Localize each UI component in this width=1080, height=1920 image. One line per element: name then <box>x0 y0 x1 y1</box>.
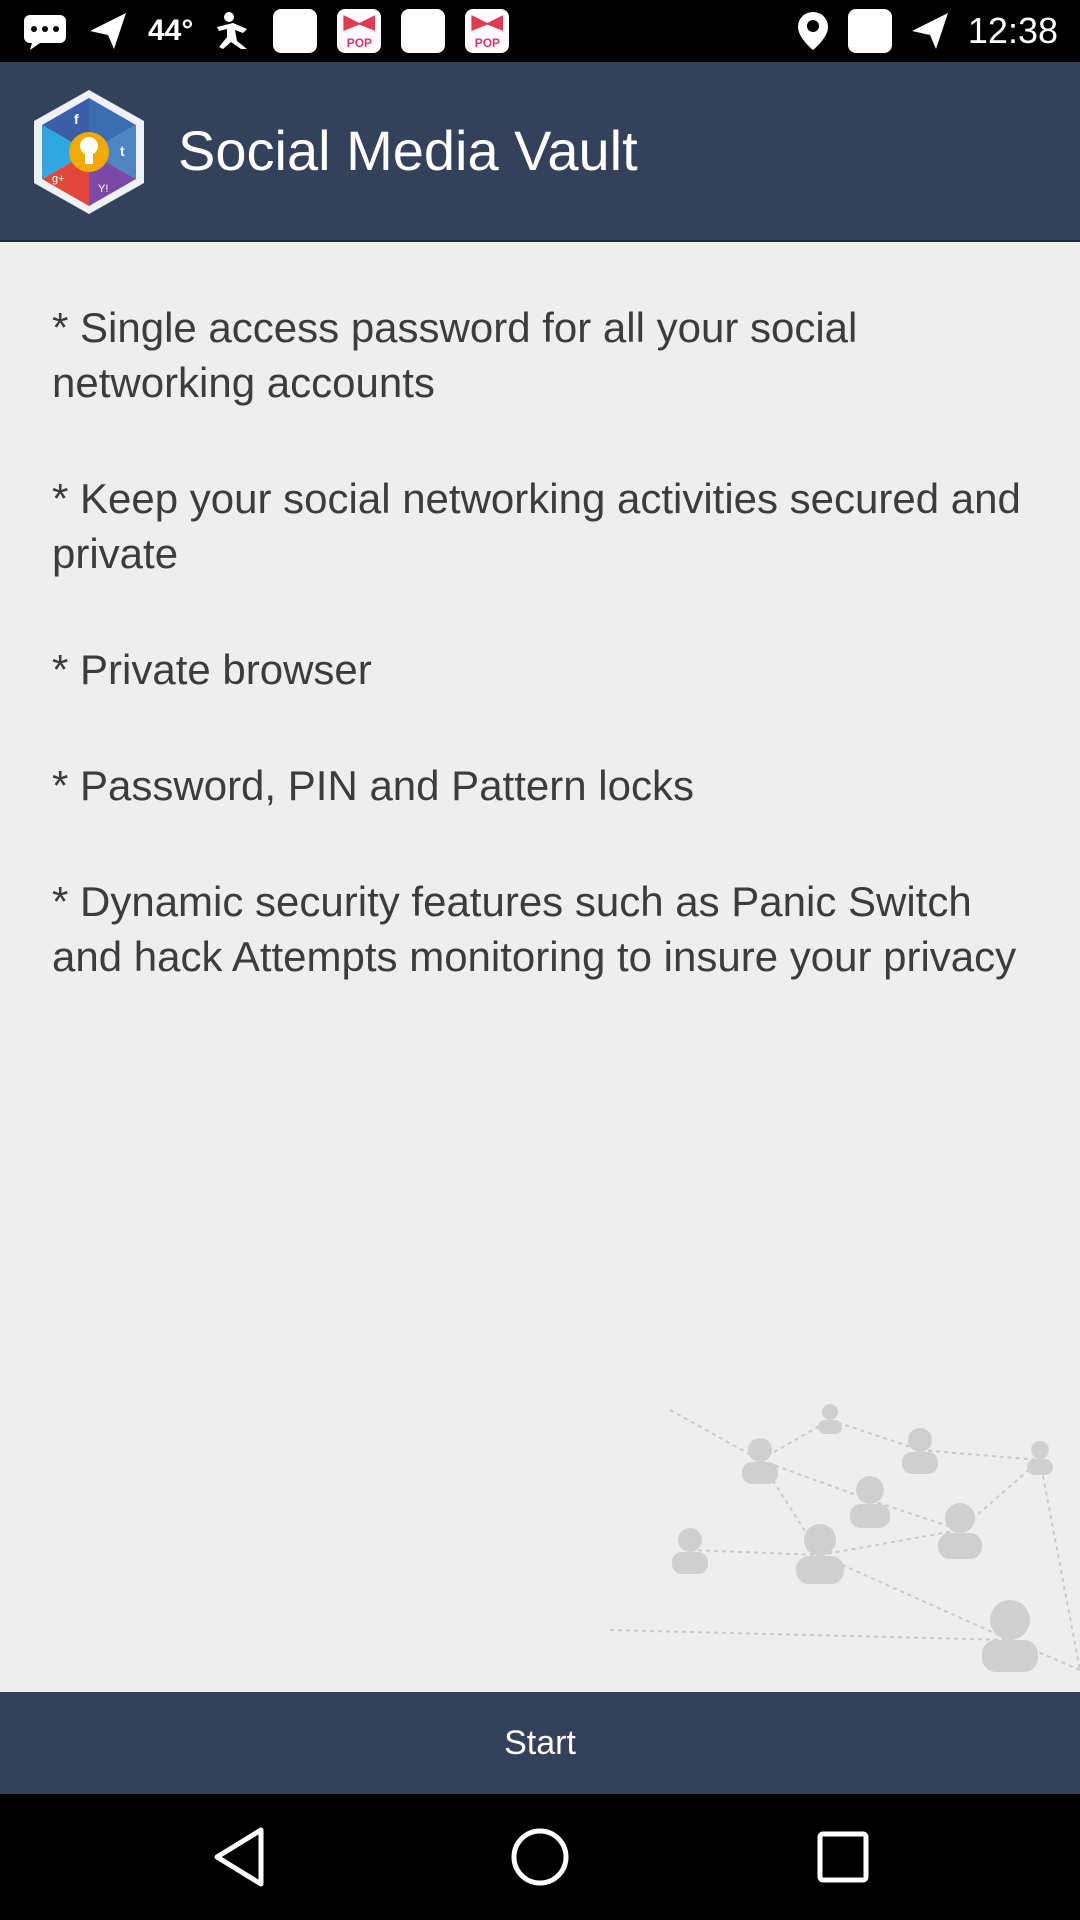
svg-text:t: t <box>120 143 125 159</box>
white-square-icon <box>401 9 446 53</box>
feature-item: * Private browser <box>52 646 372 693</box>
feature-item: * Password, PIN and Pattern locks <box>52 762 694 809</box>
home-icon[interactable] <box>505 1822 575 1892</box>
feature-list: * Single access password for all your so… <box>52 300 1032 1045</box>
pop-app-icon: POP <box>337 9 382 53</box>
back-icon[interactable] <box>205 1822 275 1892</box>
recents-icon[interactable] <box>808 1822 878 1892</box>
feature-item: * Keep your social networking activities… <box>52 475 1021 577</box>
pop-app-icon: POP <box>465 9 510 53</box>
navigation-bar <box>0 1794 1080 1920</box>
send-icon <box>911 13 948 49</box>
start-button[interactable]: Start <box>0 1692 1080 1794</box>
svg-text:g+: g+ <box>52 173 65 185</box>
system-icons: 12:38 <box>796 0 1058 62</box>
status-bar: 44° POP POP 12:38 <box>0 0 1080 62</box>
feature-item: * Single access password for all your so… <box>52 304 858 406</box>
white-square-icon <box>273 9 318 53</box>
messages-icon <box>24 15 66 50</box>
app-header: f t g+ Y! Social Media Vault <box>0 62 1080 242</box>
white-square-icon <box>847 9 892 53</box>
app-title: Social Media Vault <box>178 119 638 182</box>
fitness-icon <box>217 12 248 49</box>
notification-icons: 44° POP POP <box>22 0 510 62</box>
temperature-text: 44° <box>148 14 194 47</box>
social-network-illustration <box>609 1404 1080 1672</box>
feature-item: * Dynamic security features such as Pani… <box>52 878 1017 980</box>
svg-text:f: f <box>74 111 79 127</box>
send-icon <box>90 13 126 49</box>
location-icon <box>797 12 828 50</box>
svg-text:Y!: Y! <box>98 183 108 195</box>
social-vault-logo-icon: f t g+ Y! <box>34 90 144 214</box>
clock-text: 12:38 <box>967 10 1058 51</box>
